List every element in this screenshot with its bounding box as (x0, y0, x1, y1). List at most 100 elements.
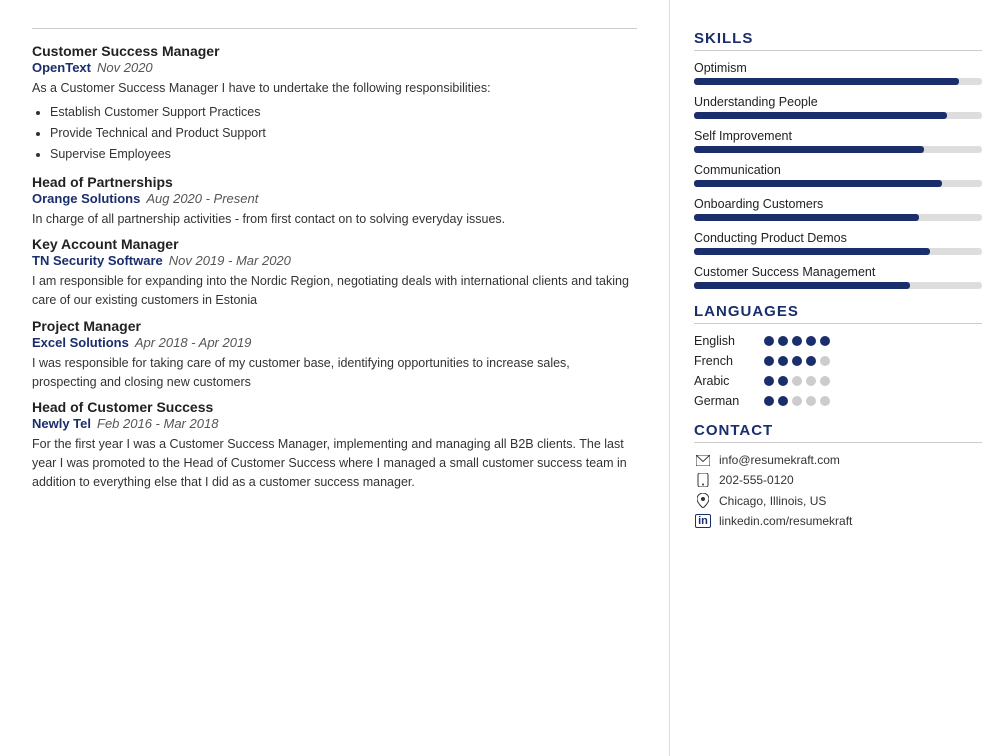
contact-section: CONTACT info@resumekraft.com 202-555-012… (694, 422, 982, 528)
skill-bar-fill-4 (694, 214, 919, 221)
skill-bar-fill-3 (694, 180, 942, 187)
job-desc-0: As a Customer Success Manager I have to … (32, 79, 637, 98)
skill-bar-fill-2 (694, 146, 924, 153)
job-date-4: Feb 2016 - Mar 2018 (97, 416, 218, 431)
job-company-3: Excel Solutions (32, 335, 129, 350)
right-panel: SKILLS Optimism Understanding People Sel… (670, 0, 1006, 756)
dot-filled (806, 336, 816, 346)
skill-bar-bg-3 (694, 180, 982, 187)
dot-empty (792, 376, 802, 386)
job-title-0: Customer Success Manager (32, 43, 637, 59)
skill-bar-bg-0 (694, 78, 982, 85)
skills-section: SKILLS Optimism Understanding People Sel… (694, 30, 982, 289)
skill-bar-bg-5 (694, 248, 982, 255)
skill-label-6: Customer Success Management (694, 265, 982, 279)
dot-empty (820, 396, 830, 406)
dot-filled (764, 336, 774, 346)
job-block: Head of Customer SuccessNewly Tel Feb 201… (32, 399, 637, 491)
skill-bar-bg-1 (694, 112, 982, 119)
lang-dots-1 (764, 356, 830, 366)
bullet-item: Supervise Employees (50, 144, 637, 165)
skill-label-0: Optimism (694, 61, 982, 75)
contact-section-title: CONTACT (694, 422, 982, 443)
skill-bar-bg-4 (694, 214, 982, 221)
contact-icon-phone (694, 473, 712, 487)
contact-text-1: 202-555-0120 (719, 473, 794, 487)
job-desc-1: In charge of all partnership activities … (32, 210, 637, 229)
contact-icon-email (694, 455, 712, 466)
job-date-3: Apr 2018 - Apr 2019 (135, 335, 252, 350)
dot-empty (806, 396, 816, 406)
job-block: Customer Success ManagerOpenTextNov 2020… (32, 43, 637, 166)
job-company-2: TN Security Software (32, 253, 163, 268)
job-company-4: Newly Tel (32, 416, 91, 431)
dot-filled (764, 356, 774, 366)
skill-label-3: Communication (694, 163, 982, 177)
bullet-item: Establish Customer Support Practices (50, 102, 637, 123)
lang-name-0: English (694, 334, 764, 348)
skills-section-title: SKILLS (694, 30, 982, 51)
skill-label-5: Conducting Product Demos (694, 231, 982, 245)
dot-filled (778, 376, 788, 386)
lang-name-2: Arabic (694, 374, 764, 388)
job-bullets-0: Establish Customer Support PracticesProv… (50, 102, 637, 166)
skill-item-6: Customer Success Management (694, 265, 982, 289)
contact-icon-linkedin: in (694, 514, 712, 528)
skill-bar-fill-1 (694, 112, 947, 119)
job-title-2: Key Account Manager (32, 236, 637, 252)
skill-item-5: Conducting Product Demos (694, 231, 982, 255)
dot-filled (778, 336, 788, 346)
skill-label-4: Onboarding Customers (694, 197, 982, 211)
lang-dots-0 (764, 336, 830, 346)
skill-item-4: Onboarding Customers (694, 197, 982, 221)
languages-section-title: LANGUAGES (694, 303, 982, 324)
dot-filled (806, 356, 816, 366)
skill-bar-bg-6 (694, 282, 982, 289)
dot-empty (792, 396, 802, 406)
skill-bar-bg-2 (694, 146, 982, 153)
job-date-2: Nov 2019 - Mar 2020 (169, 253, 291, 268)
contact-row-2: Chicago, Illinois, US (694, 493, 982, 508)
languages-section: LANGUAGES English French Arabic German (694, 303, 982, 408)
dot-filled (764, 376, 774, 386)
lang-name-1: French (694, 354, 764, 368)
job-block: Key Account ManagerTN Security Software N… (32, 236, 637, 310)
lang-dots-3 (764, 396, 830, 406)
job-title-1: Head of Partnerships (32, 174, 637, 190)
skill-item-2: Self Improvement (694, 129, 982, 153)
dot-empty (806, 376, 816, 386)
job-date-0: Nov 2020 (97, 60, 153, 75)
contact-text-3: linkedin.com/resumekraft (719, 514, 852, 528)
language-row-0: English (694, 334, 982, 348)
dot-filled (764, 396, 774, 406)
skill-label-2: Self Improvement (694, 129, 982, 143)
job-desc-4: For the first year I was a Customer Succ… (32, 435, 637, 491)
job-company-1: Orange Solutions (32, 191, 140, 206)
skill-item-0: Optimism (694, 61, 982, 85)
dot-filled (792, 356, 802, 366)
dot-filled (792, 336, 802, 346)
bullet-item: Provide Technical and Product Support (50, 123, 637, 144)
lang-name-3: German (694, 394, 764, 408)
language-row-3: German (694, 394, 982, 408)
lang-dots-2 (764, 376, 830, 386)
language-row-1: French (694, 354, 982, 368)
language-row-2: Arabic (694, 374, 982, 388)
job-date-1: Aug 2020 - Present (146, 191, 258, 206)
job-title-4: Head of Customer Success (32, 399, 637, 415)
skill-item-1: Understanding People (694, 95, 982, 119)
skill-bar-fill-0 (694, 78, 959, 85)
contact-row-3: in linkedin.com/resumekraft (694, 514, 982, 528)
experience-section-title (32, 24, 637, 29)
contact-icon-location (694, 493, 712, 508)
dot-filled (820, 336, 830, 346)
contact-row-1: 202-555-0120 (694, 473, 982, 487)
dot-filled (778, 356, 788, 366)
dot-empty (820, 356, 830, 366)
skill-bar-fill-5 (694, 248, 930, 255)
job-block: Project ManagerExcel SolutionsApr 2018 -… (32, 318, 637, 392)
job-desc-2: I am responsible for expanding into the … (32, 272, 637, 310)
skill-bar-fill-6 (694, 282, 910, 289)
contact-text-2: Chicago, Illinois, US (719, 494, 826, 508)
skill-item-3: Communication (694, 163, 982, 187)
